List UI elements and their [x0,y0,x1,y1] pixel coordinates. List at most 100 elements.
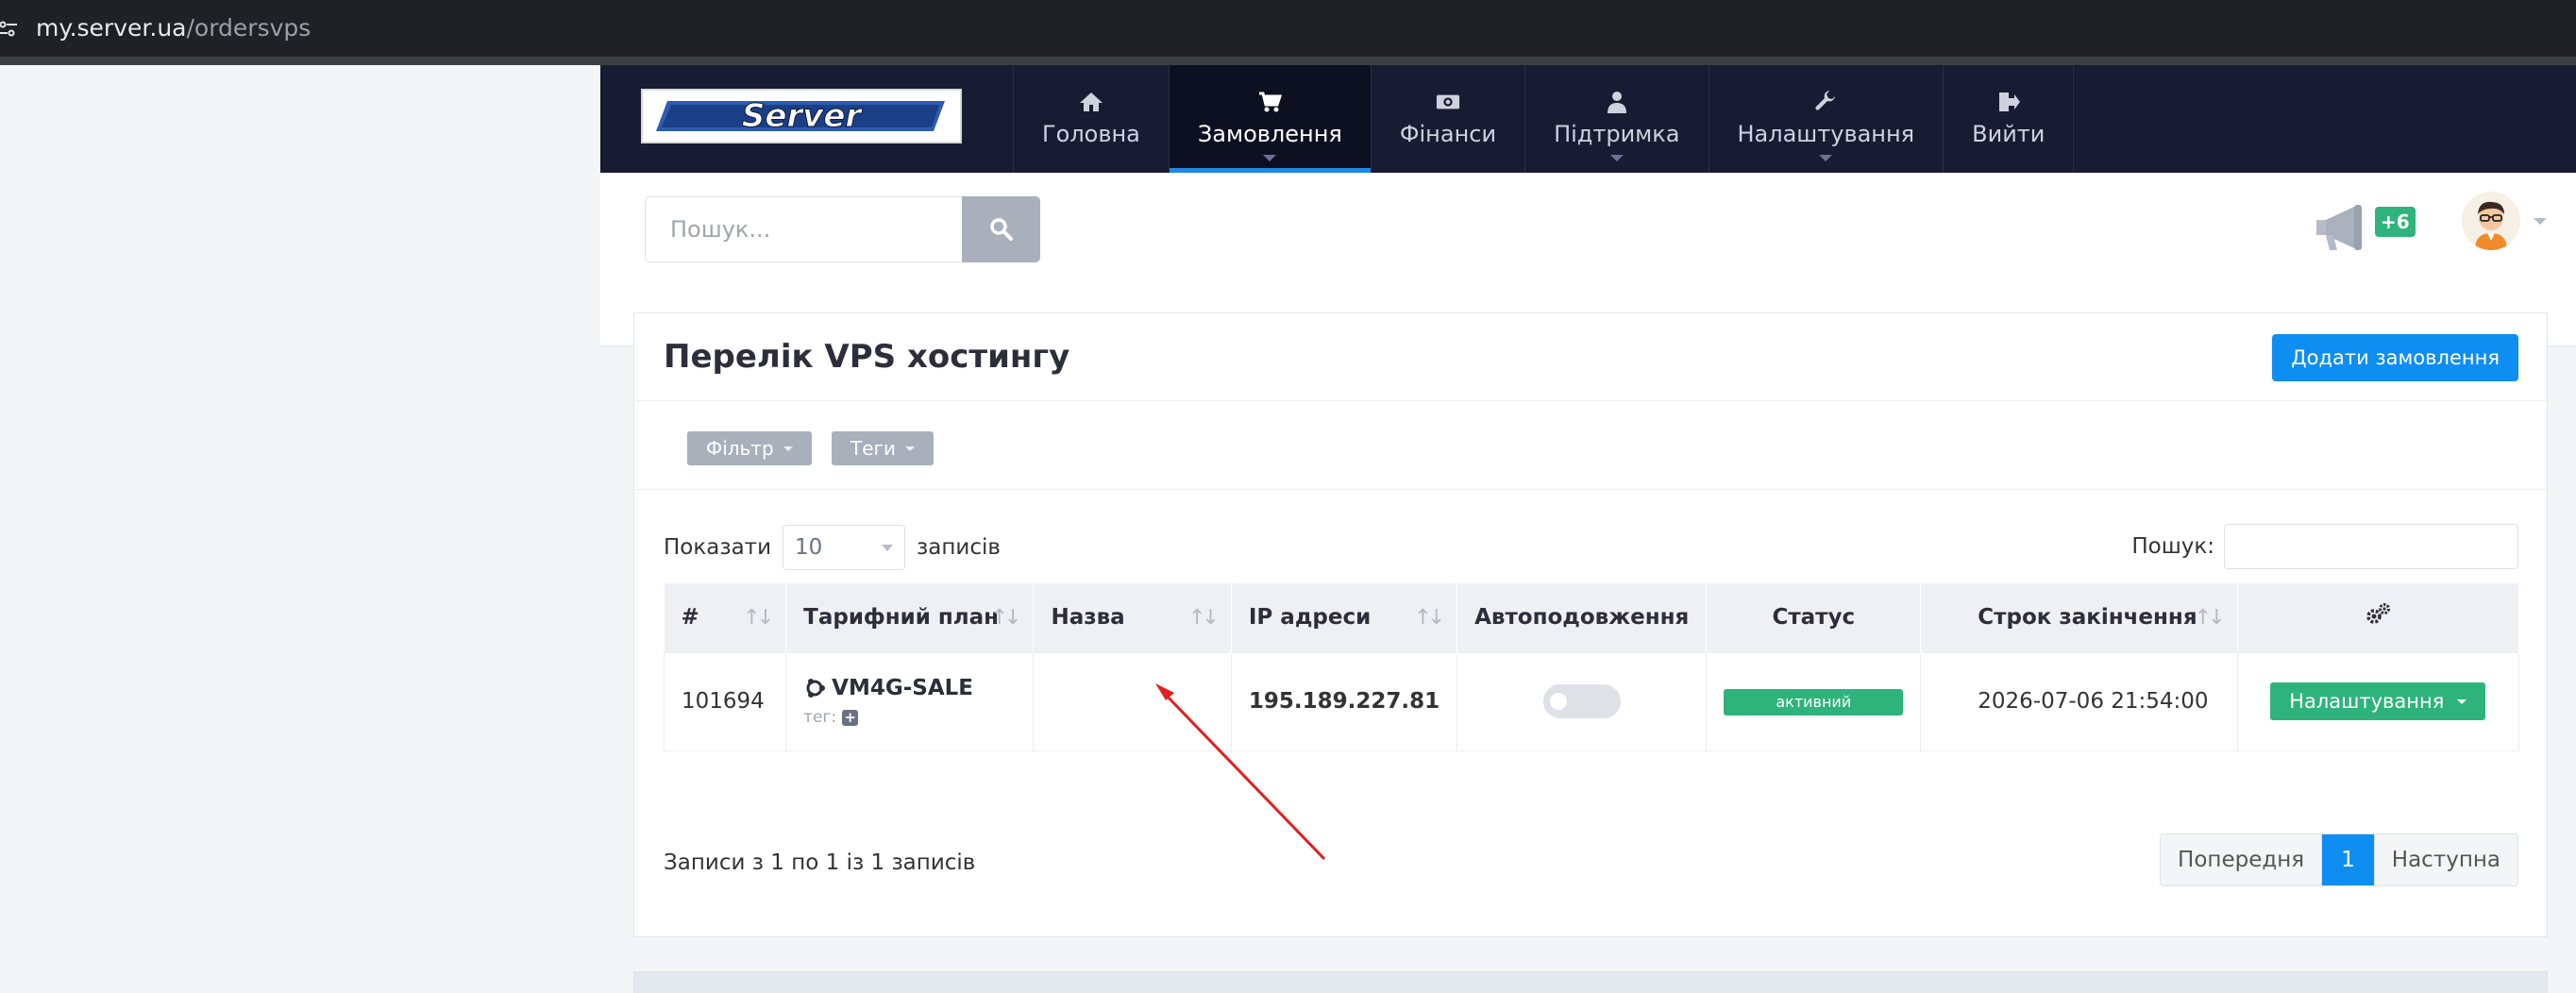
order-id-cell: 101694 [663,651,787,751]
home-icon [1079,91,1103,113]
table-search-input[interactable] [2224,524,2518,569]
col-id[interactable]: # ↑↓ [664,583,787,652]
col-expires-label: Строк закінчення [1978,605,2197,631]
search-button[interactable] [962,196,1040,262]
global-search-input[interactable] [645,196,962,262]
filter-toolbar: Фільтр Теги [634,401,2547,490]
plan-name[interactable]: VM4G-SALE [803,676,1016,700]
app-root: Server Головна Замовлення Фінанси Підтримка… [600,65,2576,993]
nav-item-4[interactable]: Налаштування [1708,65,1944,173]
autorenew-cell [1456,651,1708,751]
notification-count-badge[interactable]: +6 [2375,207,2416,237]
logo-text: Server [742,97,864,135]
page-length-value: 10 [795,535,823,560]
col-name[interactable]: Назва ↑↓ [1033,583,1232,652]
chevron-down-icon [783,446,793,451]
chevron-down-icon [1609,155,1624,161]
pagination-next[interactable]: Наступна [2374,834,2517,885]
add-order-button[interactable]: Додати замовлення [2272,334,2518,381]
name-cell[interactable] [1033,651,1232,751]
nav-item-3[interactable]: Підтримка [1524,65,1708,173]
col-ip[interactable]: IP адреси ↑↓ [1231,583,1458,652]
sort-icon: ↑↓ [990,606,1022,630]
nav-item-5[interactable]: Вийти [1943,65,2075,173]
add-tag-plus-icon[interactable]: + [842,709,859,726]
col-actions [2237,583,2520,652]
nav-item-label: Замовлення [1197,121,1342,147]
col-ip-label: IP адреси [1248,605,1372,631]
records-label: записів [917,535,1001,560]
avatar-image [2462,192,2520,250]
vps-list-card: Перелік VPS хостингу Додати замовлення Ф… [633,312,2548,937]
status-badge: активний [1724,688,1904,715]
show-label: Показати [664,535,772,560]
chevron-down-icon [1263,155,1277,161]
nav-item-0[interactable]: Головна [1013,65,1169,173]
table-search-control: Пошук: [2131,523,2518,570]
user-menu-caret-icon[interactable] [2534,218,2547,225]
nav-item-label: Фінанси [1399,121,1497,147]
left-empty-area [0,65,600,993]
chevron-down-icon [905,446,916,451]
filter-label: Фільтр [706,437,774,460]
nav-item-label: Головна [1042,121,1140,147]
chevron-down-icon [2457,698,2467,704]
nav-item-label: Налаштування [1737,121,1915,147]
page-length-control: Показати 10 записів [664,525,1001,570]
col-expires[interactable]: Строк закінчення ↑↓ [1920,583,2238,652]
nav-item-1[interactable]: Замовлення [1168,65,1371,173]
plan-cell: VM4G-SALE тег: + [785,651,1035,751]
cart-icon [1257,91,1283,113]
col-id-label: # [681,605,699,631]
pagination-page-current[interactable]: 1 [2322,834,2375,885]
col-plan-label: Тарифний план [803,605,1000,631]
col-plan[interactable]: Тарифний план ↑↓ [785,583,1035,652]
status-cell: активний [1706,651,1922,751]
actions-cell: Налаштування [2236,651,2520,751]
toggle-knob [1549,693,1567,710]
nav-item-label: Вийти [1972,121,2046,147]
next-card-edge [633,971,2548,993]
tag-line: тег: + [803,708,1016,727]
nav-item-2[interactable]: Фінанси [1370,65,1524,173]
ubuntu-icon [806,679,826,698]
sort-icon: ↑↓ [1414,606,1445,630]
nav-item-label: Підтримка [1554,121,1680,147]
settings-gears-icon [2366,603,2391,624]
top-navigation: Server Головна Замовлення Фінанси Підтримка… [600,65,2576,173]
money-icon [1436,91,1460,113]
ip-cell: 195.189.227.81 [1230,651,1458,751]
table-row: 101694 VM4G-SALE тег: + 195.189.227.81 а… [663,651,2520,751]
plan-label: VM4G-SALE [832,676,973,700]
search-icon [989,218,1013,241]
filter-dropdown[interactable]: Фільтр [687,431,812,465]
row-settings-button[interactable]: Налаштування [2270,682,2486,720]
chevron-down-icon [882,544,894,551]
sort-icon: ↑↓ [2194,606,2226,630]
browser-address-bar: my.server.ua/ordersvps [0,0,2576,65]
table-header-row: # ↑↓ Тарифний план ↑↓ Назва ↑↓ IP адреси ↑↓ … [664,583,2520,652]
pagination-prev[interactable]: Попередня [2161,834,2323,885]
pagination: Попередня 1 Наступна [2160,833,2518,886]
url-host: my.server.ua [36,14,187,42]
expires-cell: 2026-07-06 21:54:00 [1920,651,2238,751]
tags-label: Теги [850,437,897,460]
megaphone-icon[interactable] [2313,203,2373,254]
autorenew-toggle[interactable] [1542,684,1621,718]
page-length-select[interactable]: 10 [783,525,906,570]
main-menu: Головна Замовлення Фінанси Підтримка Налашту… [1013,65,2075,173]
chevron-down-icon [1819,155,1833,161]
col-name-label: Назва [1051,605,1125,631]
logout-icon [1996,91,2021,113]
server-logo-image: Server [656,97,945,136]
row-settings-label: Налаштування [2289,690,2445,713]
table-info: Записи з 1 по 1 із 1 записів [664,850,976,875]
vps-table: # ↑↓ Тарифний план ↑↓ Назва ↑↓ IP адреси ↑↓ … [663,583,2520,751]
col-autorenew: Автоподовження [1456,583,1708,652]
user-avatar[interactable] [2462,192,2520,250]
site-settings-icon[interactable] [0,17,19,40]
url-text[interactable]: my.server.ua/ordersvps [36,12,311,44]
server-logo[interactable]: Server [641,89,962,143]
tags-dropdown[interactable]: Теги [832,431,934,465]
wrench-icon [1813,91,1838,113]
